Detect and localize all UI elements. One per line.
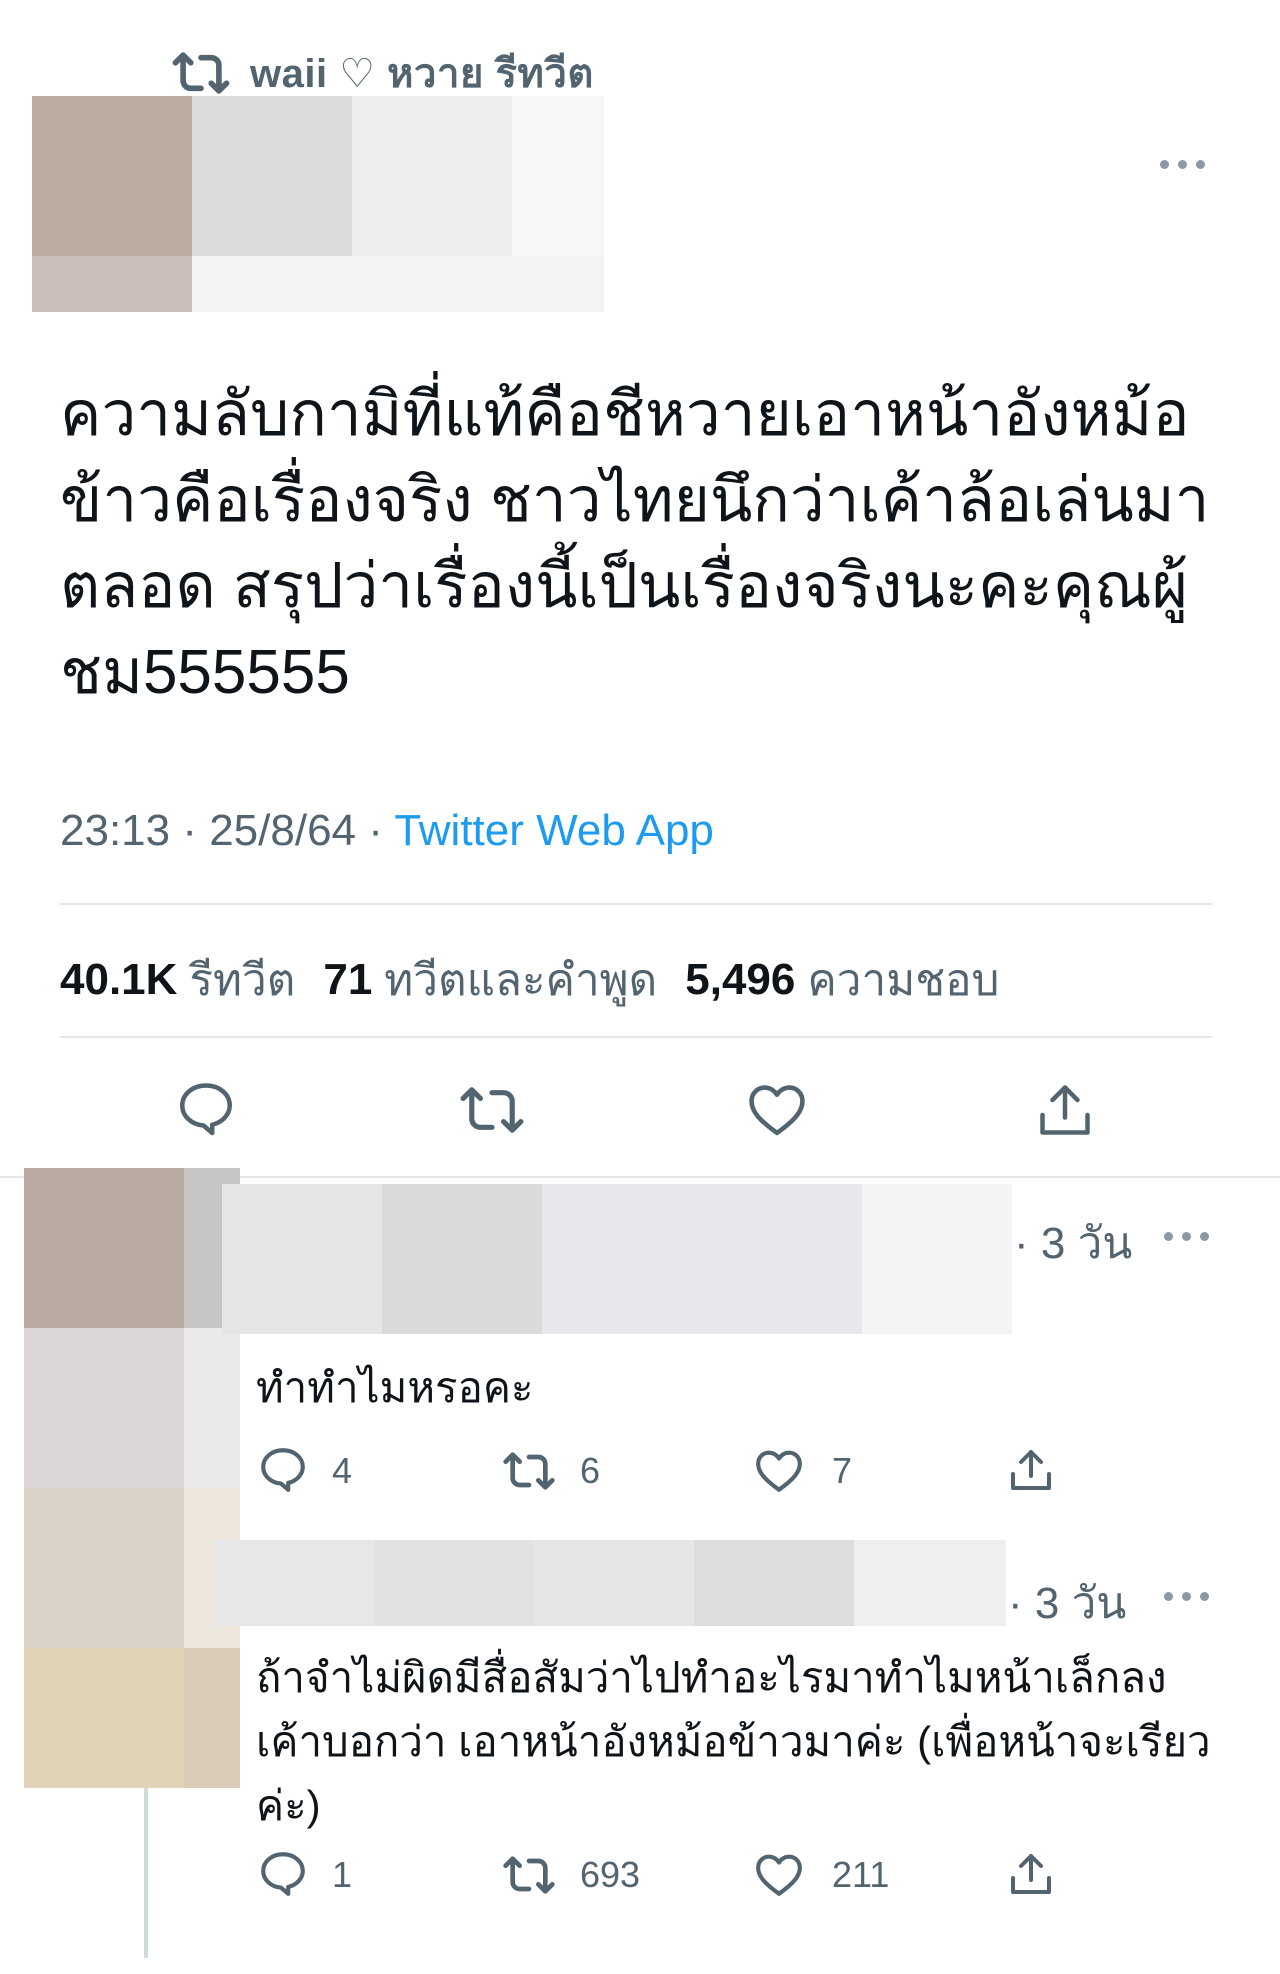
reply-avatar-blurred[interactable]: [24, 1488, 184, 1648]
reply-icon[interactable]: [258, 1446, 308, 1492]
avatar-lower: [32, 256, 192, 312]
retweet-icon[interactable]: [456, 1084, 528, 1136]
reply-count: 4: [332, 1450, 353, 1491]
reply-avatar-lower-edge: [184, 1648, 240, 1788]
tweet-meta: 23:13 · 25/8/64 · Twitter Web App: [60, 806, 714, 856]
tweet-source-link[interactable]: Twitter Web App: [394, 806, 714, 855]
reply-author-blurred-2: [374, 1540, 534, 1626]
divider: [60, 903, 1212, 905]
reply-avatar-lower: [24, 1328, 184, 1488]
reply-author-blurred-5: [854, 1540, 1006, 1626]
reply-icon[interactable]: [258, 1850, 308, 1896]
retweet-icon[interactable]: [500, 1854, 558, 1896]
thread-line: [144, 1788, 148, 1958]
retweet-icon[interactable]: [500, 1450, 558, 1492]
reply-avatar-blurred[interactable]: [24, 1168, 184, 1328]
divider: [60, 1036, 1212, 1038]
avatar[interactable]: [32, 96, 192, 256]
author-name-blurred-2: [352, 96, 512, 256]
like-count[interactable]: 5,496: [685, 955, 795, 1005]
share-icon[interactable]: [1034, 1080, 1096, 1140]
quote-count[interactable]: 71: [323, 955, 372, 1005]
reply-count: 1: [332, 1854, 353, 1895]
like-count: 211: [832, 1854, 890, 1895]
retweet-header: waii ♡ หวาย รีทวีต: [170, 48, 594, 98]
reply-avatar-lower: [24, 1648, 184, 1788]
reply-author-blurred[interactable]: [222, 1184, 382, 1334]
more-options-icon[interactable]: [1160, 160, 1205, 169]
reply-text: ถ้าจำไม่ผิดมีสื่อสัมว่าไปทำอะไรมาทำไมหน้…: [256, 1654, 1211, 1829]
author-profile-blurred[interactable]: [32, 96, 604, 312]
quote-label[interactable]: ทวีตและคำพูด: [384, 945, 657, 1015]
like-icon[interactable]: [746, 1082, 808, 1138]
tweet-timestamp[interactable]: 23:13 · 25/8/64 ·: [60, 806, 394, 855]
author-name-blurred[interactable]: [192, 96, 352, 256]
reply-author-blurred-4: [862, 1184, 1012, 1334]
more-options-icon[interactable]: [1164, 1232, 1209, 1241]
reply-author-blurred[interactable]: [214, 1540, 374, 1626]
tweet-text: ความลับกามิที่แท้คือชีหวายเอาหน้าอังหม้อ…: [60, 380, 1210, 707]
share-icon[interactable]: [1006, 1850, 1056, 1898]
reply-avatar-lower-edge: [184, 1328, 240, 1488]
author-handle-blurred: [192, 256, 604, 312]
tweet-stats: 40.1K รีทวีต 71 ทวีตและคำพูด 5,496 ความช…: [60, 945, 1027, 1015]
reply-tweet[interactable]: · 3 วัน ถ้าจำไม่ผิดมีสื่อสัมว่าไปทำอะไรม…: [0, 1488, 1280, 1958]
like-count: 7: [832, 1450, 853, 1491]
reply-icon[interactable]: [176, 1080, 236, 1136]
reply-author-blurred-3: [542, 1184, 862, 1334]
retweet-count[interactable]: 40.1K: [60, 955, 177, 1005]
reply-author-blurred-4: [694, 1540, 854, 1626]
more-options-icon[interactable]: [1164, 1592, 1209, 1601]
retweet-count: 693: [580, 1854, 641, 1895]
like-label[interactable]: ความชอบ: [807, 945, 999, 1015]
retweet-label[interactable]: รีทวีต: [189, 945, 295, 1015]
reply-time[interactable]: · 3 วัน: [1008, 1568, 1126, 1638]
like-icon[interactable]: [754, 1852, 804, 1898]
retweet-count: 6: [580, 1450, 601, 1491]
author-name-blurred-3: [512, 96, 604, 256]
reply-text: ทำทำไมหรอคะ: [256, 1364, 534, 1411]
share-icon[interactable]: [1006, 1446, 1056, 1494]
reply-author-blurred-3: [534, 1540, 694, 1626]
reply-time[interactable]: · 3 วัน: [1014, 1208, 1132, 1278]
retweet-icon: [170, 50, 232, 96]
reply-author-blurred-2: [382, 1184, 542, 1334]
